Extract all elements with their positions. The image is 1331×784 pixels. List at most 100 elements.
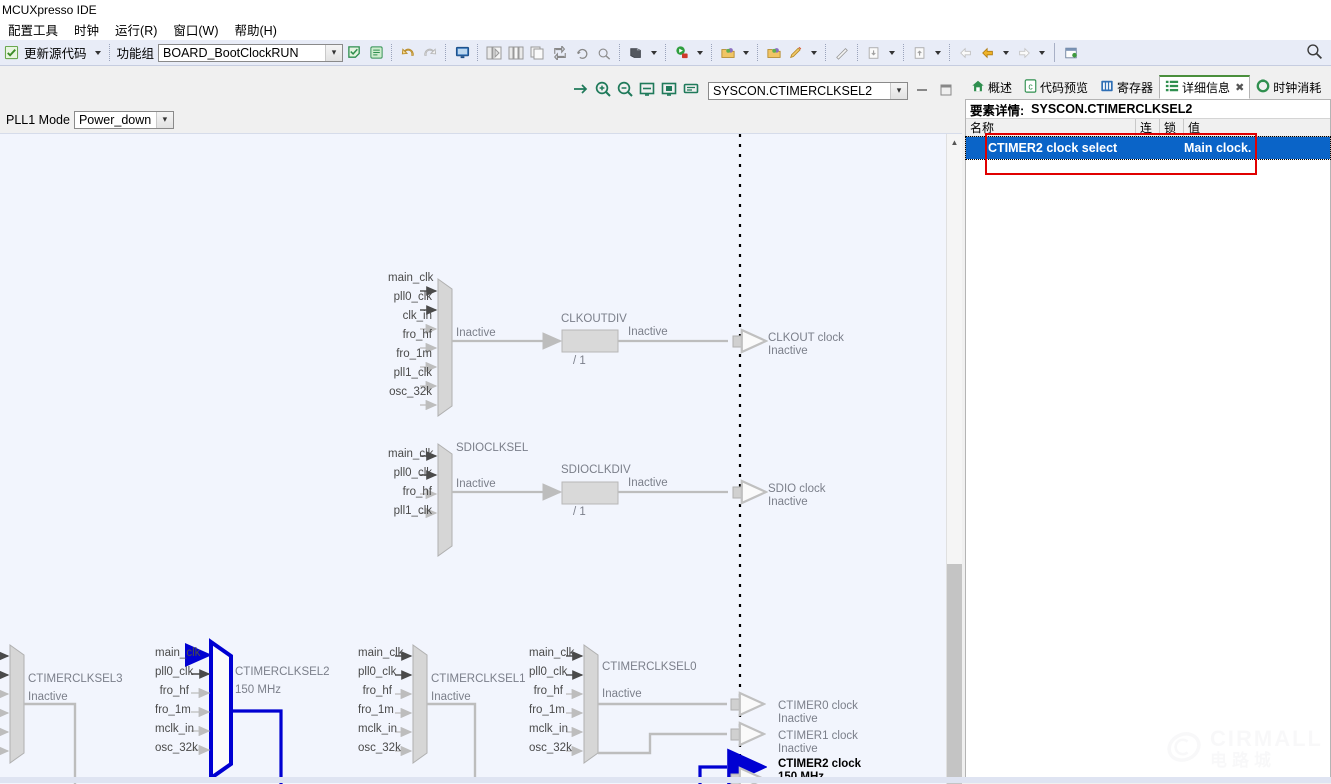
open-folder-green-icon[interactable] bbox=[764, 43, 784, 63]
column-header-value[interactable]: 值 bbox=[1184, 119, 1330, 136]
open-folder-dropdown-icon[interactable] bbox=[743, 50, 750, 55]
menu-item-run[interactable]: 运行(R) bbox=[107, 18, 165, 41]
redo-icon[interactable] bbox=[420, 43, 440, 63]
update-source-dropdown-icon[interactable] bbox=[94, 50, 101, 55]
tab-code-preview-label: 代码预览 bbox=[1040, 81, 1089, 95]
sdioclksel-pin-0: main_clk bbox=[388, 448, 434, 460]
clkoutdiv-name: CLKOUTDIV bbox=[561, 313, 627, 325]
register-view-icon[interactable] bbox=[594, 43, 614, 63]
zoom-in-icon[interactable] bbox=[594, 80, 612, 101]
import-icon[interactable] bbox=[550, 43, 570, 63]
tab-overview[interactable]: 概述 bbox=[965, 76, 1018, 99]
ruler-icon[interactable] bbox=[832, 43, 852, 63]
tab-details[interactable]: 详细信息 ✖ bbox=[1159, 75, 1251, 99]
ctimerclksel1-pin-2: fro_hf bbox=[362, 685, 392, 697]
fit-width-icon[interactable] bbox=[638, 80, 656, 101]
column-header-link[interactable]: 连 bbox=[1136, 119, 1160, 136]
book-icon[interactable] bbox=[626, 43, 646, 63]
scrollbar-thumb[interactable] bbox=[947, 564, 962, 784]
column-header-name[interactable]: 名称 bbox=[966, 119, 1136, 136]
tab-overview-label: 概述 bbox=[988, 81, 1013, 95]
ctimer1-clock-status: Inactive bbox=[778, 743, 818, 755]
watermark-cn: 电路城 bbox=[1210, 751, 1277, 770]
back-icon[interactable] bbox=[978, 43, 998, 63]
save-down-icon[interactable] bbox=[864, 43, 884, 63]
run-icon[interactable] bbox=[672, 43, 692, 63]
ctimerclksel2-pin-2: fro_hf bbox=[159, 685, 189, 697]
pll-mode-combo[interactable]: Power_down ▾ bbox=[73, 110, 174, 129]
table-row[interactable]: CTIMER2 clock select Main clock. bbox=[965, 136, 1331, 160]
zoom-out-icon[interactable] bbox=[616, 80, 634, 101]
cirmall-logo-icon bbox=[1166, 729, 1202, 768]
save-up-icon[interactable] bbox=[910, 43, 930, 63]
new-window-icon[interactable] bbox=[1061, 43, 1081, 63]
validate-icon[interactable] bbox=[344, 43, 364, 63]
run-dropdown-icon[interactable] bbox=[697, 50, 704, 55]
toolbar-separator bbox=[757, 44, 759, 61]
chevron-down-icon[interactable]: ▾ bbox=[890, 82, 907, 99]
clock-diagram-svg bbox=[0, 134, 940, 784]
tab-registers[interactable]: 寄存器 bbox=[1094, 76, 1159, 99]
back-pale-icon[interactable] bbox=[956, 43, 976, 63]
functional-group-combo[interactable]: BOARD_BootClockRUN ▾ bbox=[158, 43, 344, 62]
refresh-icon[interactable] bbox=[572, 43, 592, 63]
update-source-icon[interactable] bbox=[1, 43, 21, 63]
copy-icon[interactable] bbox=[528, 43, 548, 63]
update-source-label[interactable]: 更新源代码 bbox=[24, 43, 87, 62]
tab-clock-consumers[interactable]: 时钟消耗 bbox=[1250, 76, 1327, 99]
book-dropdown-icon[interactable] bbox=[651, 50, 658, 55]
layout-b-icon[interactable] bbox=[506, 43, 526, 63]
ctimerclksel2-status: 150 MHz bbox=[235, 684, 282, 696]
ctimer1-clock-name: CTIMER1 clock bbox=[778, 730, 858, 742]
back-dropdown-icon[interactable] bbox=[1003, 50, 1010, 55]
forward-icon[interactable] bbox=[1014, 43, 1034, 63]
sdio-clock-name: SDIO clock bbox=[768, 483, 826, 495]
sdioclksel-mux-group bbox=[420, 443, 766, 557]
search-icon[interactable] bbox=[1306, 43, 1323, 63]
pll-mode-row: PLL1 Mode Power_down ▾ bbox=[0, 106, 962, 133]
ctimerclksel2-pin-5: osc_32k bbox=[155, 742, 198, 754]
open-folder-icon[interactable] bbox=[718, 43, 738, 63]
scroll-up-icon[interactable]: ▲ bbox=[947, 134, 962, 151]
save-up-dropdown-icon[interactable] bbox=[935, 50, 942, 55]
menu-item-config-tools[interactable]: 配置工具 bbox=[0, 18, 66, 41]
sdioclkdiv-value: / 1 bbox=[573, 506, 586, 518]
ctimerclksel0-pin-3: fro_1m bbox=[529, 704, 565, 716]
ctimerclksel2-pin-0: main_clk bbox=[155, 647, 201, 659]
clock-diagram-canvas[interactable]: main_clk pll0_clk clk_in fro_hf fro_1m p… bbox=[0, 133, 962, 784]
save-down-dropdown-icon[interactable] bbox=[889, 50, 896, 55]
details-panel-body: 要素详情: SYSCON.CTIMERCLKSEL2 名称 连 锁 值 CTIM… bbox=[965, 99, 1331, 783]
diagram-vertical-scrollbar[interactable]: ▲ bbox=[946, 134, 962, 784]
details-header: 要素详情: SYSCON.CTIMERCLKSEL2 bbox=[966, 100, 1330, 118]
monitor-icon[interactable] bbox=[452, 43, 472, 63]
details-column-header: 名称 连 锁 值 bbox=[966, 118, 1330, 137]
close-icon[interactable]: ✖ bbox=[1235, 81, 1244, 94]
column-header-lock[interactable]: 锁 bbox=[1160, 119, 1184, 136]
pencil-icon[interactable] bbox=[786, 43, 806, 63]
maximize-view-icon[interactable] bbox=[939, 83, 953, 100]
minimize-view-icon[interactable] bbox=[915, 83, 929, 100]
chevron-down-icon[interactable]: ▾ bbox=[155, 111, 173, 128]
ctimer0-clock-status: Inactive bbox=[778, 713, 818, 725]
menu-item-help[interactable]: 帮助(H) bbox=[227, 18, 285, 41]
sdioclkdiv-name: SDIOCLKDIV bbox=[561, 464, 631, 476]
tab-clock-consumers-label: 时钟消耗 bbox=[1273, 81, 1322, 95]
row-name: CTIMER2 clock select bbox=[988, 141, 1118, 155]
selected-element-combo[interactable]: SYSCON.CTIMERCLKSEL2 ▾ bbox=[708, 81, 908, 100]
menu-item-window[interactable]: 窗口(W) bbox=[165, 18, 226, 41]
forward-dropdown-icon[interactable] bbox=[1039, 50, 1046, 55]
goto-icon[interactable] bbox=[572, 80, 590, 101]
note-icon[interactable] bbox=[682, 80, 700, 101]
code-icon: c bbox=[1024, 79, 1037, 96]
toolbar-separator bbox=[903, 44, 905, 61]
code-preview-icon[interactable] bbox=[366, 43, 386, 63]
right-panel-tabs: 概述 c 代码预览 寄存器 详细信息 ✖ 时钟消耗 bbox=[965, 75, 1331, 99]
layout-a-icon[interactable] bbox=[484, 43, 504, 63]
pencil-dropdown-icon[interactable] bbox=[811, 50, 818, 55]
toolbar-separator bbox=[391, 44, 393, 61]
tab-code-preview[interactable]: c 代码预览 bbox=[1018, 76, 1094, 99]
undo-icon[interactable] bbox=[398, 43, 418, 63]
chevron-down-icon[interactable]: ▾ bbox=[325, 44, 343, 61]
menu-item-clock[interactable]: 时钟 bbox=[66, 18, 107, 41]
fit-page-icon[interactable] bbox=[660, 80, 678, 101]
